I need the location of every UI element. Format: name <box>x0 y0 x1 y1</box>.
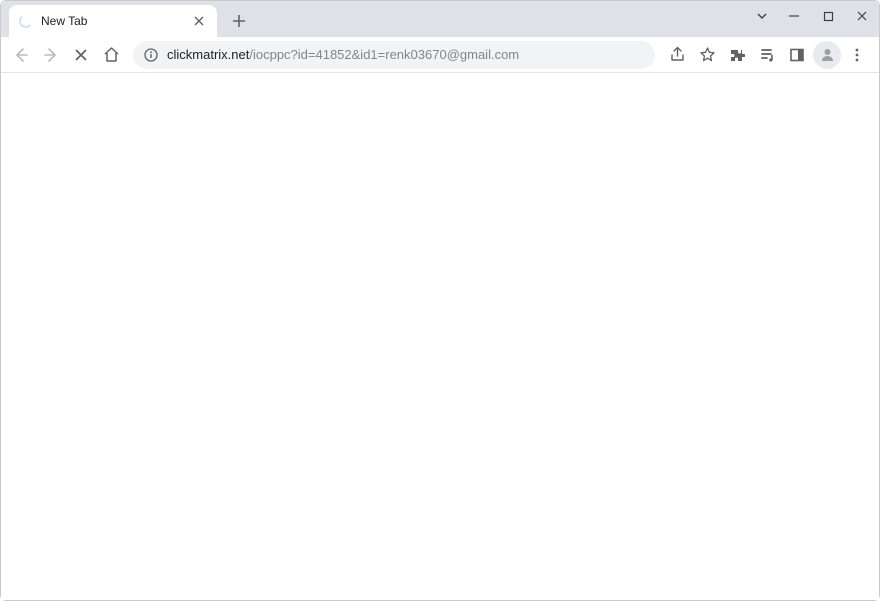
minimize-button[interactable] <box>777 1 811 31</box>
share-button[interactable] <box>663 41 691 69</box>
toolbar: clickmatrix.net/iocppc?id=41852&id1=renk… <box>1 37 879 73</box>
maximize-icon <box>823 11 834 22</box>
window-close-button[interactable] <box>845 1 879 31</box>
info-icon <box>144 48 158 62</box>
home-icon <box>103 46 120 63</box>
url-path: /iocppc?id=41852&id1=renk03670@gmail.com <box>249 47 519 62</box>
arrow-left-icon <box>12 46 30 64</box>
extensions-button[interactable] <box>723 41 751 69</box>
browser-tab[interactable]: New Tab <box>9 5 217 37</box>
page-content <box>1 73 879 600</box>
media-controls-button[interactable] <box>753 41 781 69</box>
window-controls <box>747 1 879 31</box>
tab-search-button[interactable] <box>747 1 777 31</box>
url-text: clickmatrix.net/iocppc?id=41852&id1=renk… <box>167 47 519 62</box>
loading-spinner-icon <box>19 14 33 28</box>
tab-strip: New Tab <box>1 1 879 37</box>
profile-button[interactable] <box>813 41 841 69</box>
panel-icon <box>789 47 805 63</box>
minimize-icon <box>788 10 800 22</box>
close-icon <box>856 10 868 22</box>
close-icon <box>74 48 88 62</box>
music-note-icon <box>759 46 776 63</box>
side-panel-button[interactable] <box>783 41 811 69</box>
tab-close-button[interactable] <box>191 13 207 29</box>
url-host: clickmatrix.net <box>167 47 249 62</box>
bookmark-button[interactable] <box>693 41 721 69</box>
back-button[interactable] <box>7 41 35 69</box>
site-info-button[interactable] <box>143 47 159 63</box>
plus-icon <box>232 14 246 28</box>
kebab-icon <box>849 47 865 63</box>
star-icon <box>699 46 716 63</box>
menu-button[interactable] <box>843 41 871 69</box>
close-icon <box>194 16 204 26</box>
new-tab-button[interactable] <box>225 7 253 35</box>
share-icon <box>669 46 686 63</box>
puzzle-icon <box>729 47 745 63</box>
chevron-down-icon <box>756 10 768 22</box>
arrow-right-icon <box>42 46 60 64</box>
forward-button[interactable] <box>37 41 65 69</box>
person-icon <box>819 46 836 63</box>
address-bar[interactable]: clickmatrix.net/iocppc?id=41852&id1=renk… <box>133 41 655 69</box>
home-button[interactable] <box>97 41 125 69</box>
maximize-button[interactable] <box>811 1 845 31</box>
toolbar-actions <box>663 41 873 69</box>
stop-button[interactable] <box>67 41 95 69</box>
tab-title: New Tab <box>41 14 183 28</box>
